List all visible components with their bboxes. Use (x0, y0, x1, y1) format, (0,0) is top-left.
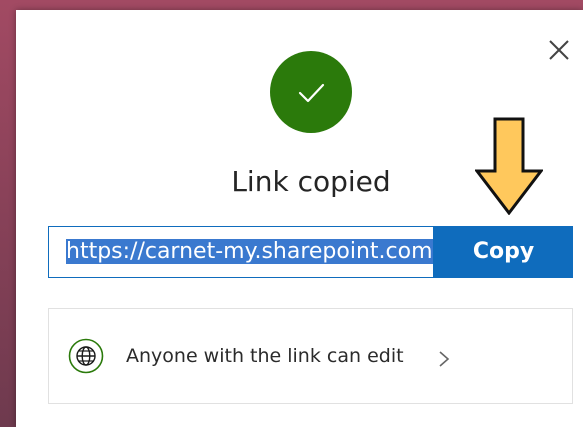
permission-label: Anyone with the link can edit (126, 345, 404, 367)
copy-button[interactable]: Copy (434, 226, 573, 278)
checkmark-icon (298, 83, 325, 103)
link-copied-dialog: Link copied https://carnet-my.sharepoint… (16, 10, 583, 427)
success-badge (270, 51, 352, 133)
dialog-title: Link copied (231, 165, 391, 198)
close-icon[interactable] (544, 35, 574, 65)
link-url-field[interactable]: https://carnet-my.sharepoint.com (48, 226, 434, 278)
globe-icon (68, 338, 104, 374)
down-arrow-annotation (475, 117, 543, 215)
link-url-text: https://carnet-my.sharepoint.com (66, 239, 433, 264)
chevron-right-icon (439, 351, 450, 367)
link-permission-setting[interactable]: Anyone with the link can edit (48, 308, 573, 404)
